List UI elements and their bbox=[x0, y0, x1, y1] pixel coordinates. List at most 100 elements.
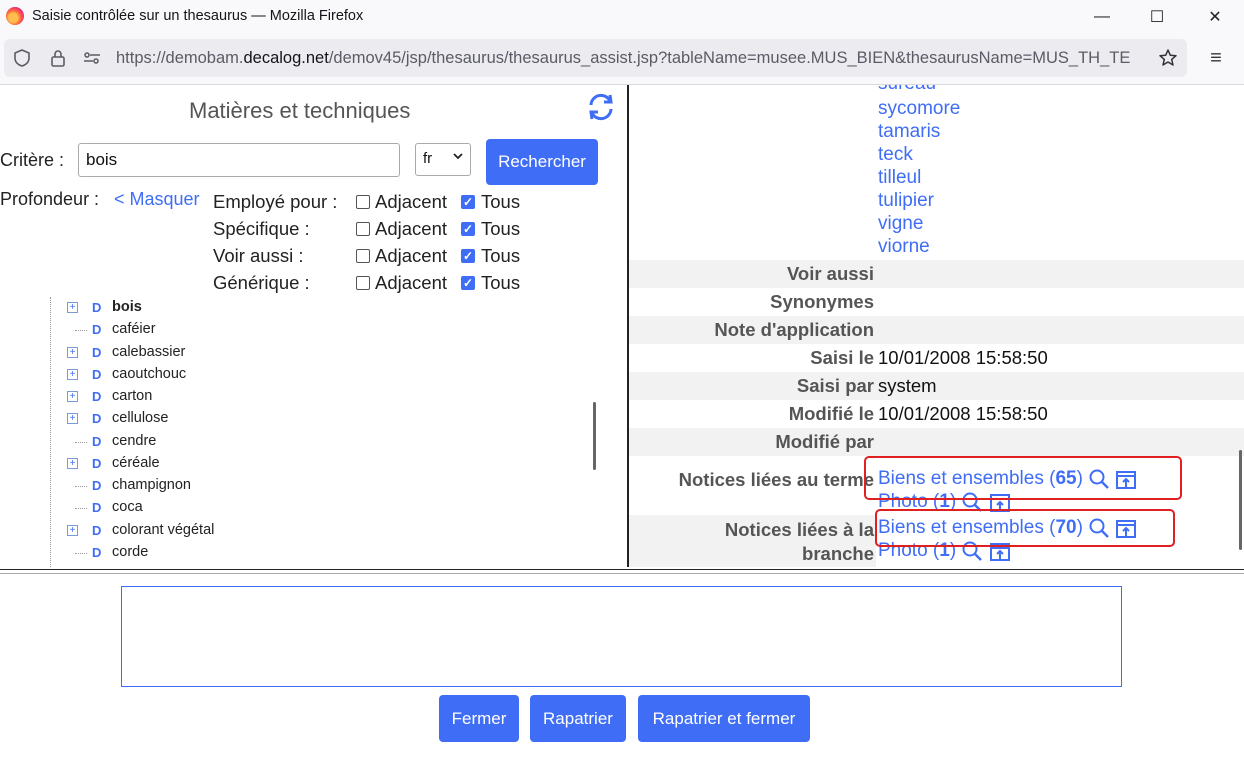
tree-item[interactable]: + D colorant végétal bbox=[50, 520, 550, 542]
specific-term-link[interactable]: teck bbox=[878, 144, 913, 166]
adjacent-label: Adjacent bbox=[375, 218, 447, 239]
descriptor-icon: D bbox=[92, 345, 102, 360]
tree-connector bbox=[75, 508, 87, 509]
descriptor-icon: D bbox=[92, 478, 102, 493]
refresh-icon[interactable] bbox=[585, 91, 617, 123]
descriptor-icon: D bbox=[92, 500, 102, 515]
prop-row-modifie-par: Modifié par bbox=[629, 428, 1244, 456]
lock-icon[interactable] bbox=[48, 48, 68, 68]
prop-key: Notices liées au terme bbox=[678, 469, 874, 490]
app-menu-icon[interactable]: ≡ bbox=[1204, 46, 1228, 70]
adjacent-checkbox[interactable] bbox=[356, 249, 370, 263]
tree-item-label[interactable]: coca bbox=[112, 499, 143, 515]
url-bar[interactable]: https://demobam.decalog.net/demov45/jsp/… bbox=[4, 39, 1187, 77]
tree-item[interactable]: + D cellulose bbox=[50, 408, 550, 430]
expand-icon[interactable]: + bbox=[67, 369, 78, 380]
tree-item[interactable]: + D calebassier bbox=[50, 342, 550, 364]
tree-connector bbox=[75, 553, 87, 554]
tree-item[interactable]: D corde bbox=[50, 542, 550, 564]
tree-item-label[interactable]: caféier bbox=[112, 321, 156, 337]
all-checkbox[interactable]: ✓ bbox=[461, 222, 475, 236]
prop-value: system bbox=[878, 375, 937, 396]
tree-item-label[interactable]: carton bbox=[112, 388, 152, 404]
tree-item[interactable]: D coca bbox=[50, 497, 550, 519]
expand-icon[interactable]: + bbox=[67, 525, 78, 536]
expand-icon[interactable]: + bbox=[67, 347, 78, 358]
prop-row-saisi-par: Saisi par system bbox=[629, 372, 1244, 400]
adjacent-checkbox[interactable] bbox=[356, 222, 370, 236]
descriptor-icon: D bbox=[92, 300, 102, 315]
tree-scrollbar[interactable] bbox=[593, 402, 596, 470]
import-and-close-button[interactable]: Rapatrier et fermer bbox=[638, 695, 810, 742]
specific-term-link[interactable]: sureau bbox=[878, 85, 936, 95]
prop-row-modifie-le: Modifié le 10/01/2008 15:58:50 bbox=[629, 400, 1244, 428]
tree-item[interactable]: + D carton bbox=[50, 386, 550, 408]
details-scrollbar[interactable] bbox=[1239, 450, 1242, 550]
specific-term-link[interactable]: vigne bbox=[878, 213, 923, 235]
search-button[interactable]: Rechercher bbox=[486, 139, 598, 185]
tree-connector bbox=[75, 330, 87, 331]
tree-item-label[interactable]: corde bbox=[112, 544, 148, 560]
tree-item-label[interactable]: colorant végétal bbox=[112, 522, 214, 538]
criteria-label: Critère : bbox=[0, 150, 65, 170]
site-permissions-icon[interactable] bbox=[82, 48, 102, 68]
prop-key: Synonymes bbox=[770, 291, 874, 312]
expand-icon[interactable]: + bbox=[67, 391, 78, 402]
all-checkbox[interactable]: ✓ bbox=[461, 249, 475, 263]
tree-item-label[interactable]: bois bbox=[112, 299, 142, 315]
tree-item[interactable]: + D caoutchouc bbox=[50, 364, 550, 386]
adjacent-checkbox[interactable] bbox=[356, 276, 370, 290]
specific-term-link[interactable]: tulipier bbox=[878, 190, 934, 212]
expand-icon[interactable]: + bbox=[67, 413, 78, 424]
relation-label: Voir aussi : bbox=[213, 245, 304, 266]
prop-row-voir-aussi: Voir aussi bbox=[629, 260, 1244, 288]
adjacent-label: Adjacent bbox=[375, 191, 447, 212]
tree-item[interactable]: + D céréale bbox=[50, 453, 550, 475]
tree-item-label[interactable]: caoutchouc bbox=[112, 366, 186, 382]
tree-item[interactable]: + D bois bbox=[50, 297, 550, 319]
expand-icon[interactable]: + bbox=[67, 302, 78, 313]
shield-icon[interactable] bbox=[12, 48, 32, 68]
specific-term-link[interactable]: sycomore bbox=[878, 98, 960, 120]
tree-item[interactable]: D champignon bbox=[50, 475, 550, 497]
maximize-button[interactable]: ☐ bbox=[1131, 0, 1183, 34]
descriptor-icon: D bbox=[92, 456, 102, 471]
highlight-box bbox=[864, 456, 1182, 500]
highlight-box bbox=[875, 509, 1175, 547]
prop-value: 10/01/2008 15:58:50 bbox=[878, 347, 1048, 368]
tree-item-label[interactable]: cellulose bbox=[112, 410, 168, 426]
descriptor-icon: D bbox=[92, 523, 102, 538]
tree-item[interactable]: D cendre bbox=[50, 431, 550, 453]
tree-item-label[interactable]: champignon bbox=[112, 477, 191, 493]
adjacent-checkbox[interactable] bbox=[356, 195, 370, 209]
specific-term-link[interactable]: tilleul bbox=[878, 167, 921, 189]
tree-item-label[interactable]: céréale bbox=[112, 455, 160, 471]
depth-label: Profondeur : bbox=[0, 189, 100, 209]
language-value: fr bbox=[423, 150, 433, 167]
tree-item[interactable]: D caféier bbox=[50, 319, 550, 341]
all-checkbox[interactable]: ✓ bbox=[461, 195, 475, 209]
language-select[interactable]: fr bbox=[415, 143, 471, 176]
term-details-pane: sureau sycomore tamaris teck tilleul tul… bbox=[629, 85, 1244, 567]
result-textarea[interactable] bbox=[121, 586, 1122, 687]
close-window-button[interactable]: ✕ bbox=[1189, 0, 1241, 34]
minimize-button[interactable]: — bbox=[1076, 0, 1128, 34]
all-label: Tous bbox=[481, 191, 521, 212]
all-checkbox[interactable]: ✓ bbox=[461, 276, 475, 290]
criteria-input[interactable]: bois bbox=[78, 143, 400, 177]
tree-item-label[interactable]: calebassier bbox=[112, 344, 185, 360]
window-titlebar: Saisie contrôlée sur un thesaurus — Mozi… bbox=[0, 0, 1244, 34]
specific-term-link[interactable]: tamaris bbox=[878, 121, 940, 143]
all-label: Tous bbox=[481, 218, 521, 239]
adjacent-label: Adjacent bbox=[375, 245, 447, 266]
specific-term-link[interactable]: viorne bbox=[878, 236, 930, 258]
close-button[interactable]: Fermer bbox=[439, 695, 519, 742]
hide-link[interactable]: < Masquer bbox=[114, 189, 200, 210]
prop-value: 10/01/2008 15:58:50 bbox=[878, 403, 1048, 424]
expand-icon[interactable]: + bbox=[67, 458, 78, 469]
bookmark-star-icon[interactable] bbox=[1158, 48, 1178, 68]
horizontal-separator[interactable] bbox=[0, 569, 1244, 574]
import-button[interactable]: Rapatrier bbox=[530, 695, 626, 742]
tree-item-label[interactable]: cendre bbox=[112, 433, 156, 449]
url-text[interactable]: https://demobam.decalog.net/demov45/jsp/… bbox=[116, 49, 1151, 68]
